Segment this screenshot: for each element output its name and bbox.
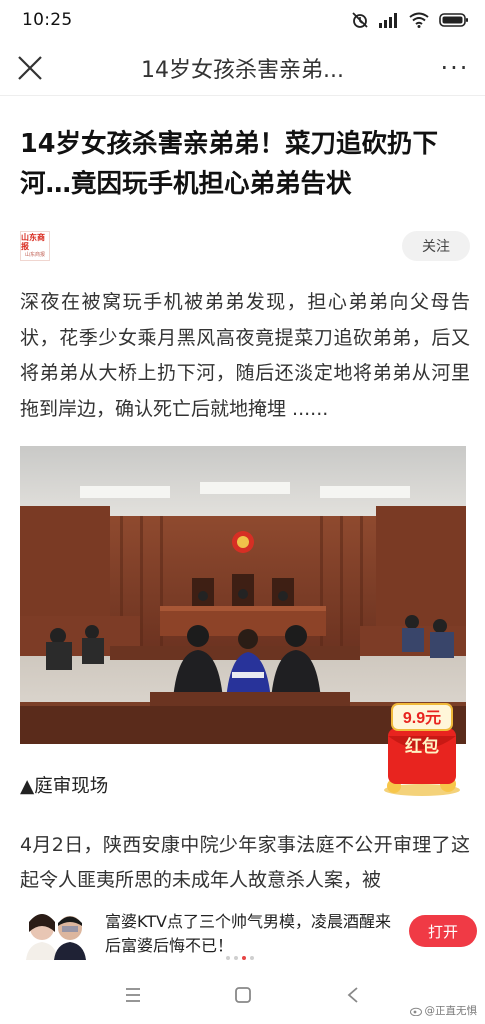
ad-open-button[interactable]: 打开 [409,915,477,947]
article-content[interactable]: 14岁女孩杀害亲弟弟！菜刀追砍扔下河…竟因玩手机担心弟弟告状 山东商报 山东商报… [0,96,485,966]
source-row: 山东商报 山东商报 关注 [20,228,470,264]
back-icon [347,987,358,1003]
source-logo-text: 山东商报 [21,232,45,251]
status-icons [351,11,469,29]
battery-icon [439,13,468,27]
source-logo[interactable]: 山东商报 山东商报 [20,231,50,261]
red-envelope-label: 红包 [405,736,439,757]
ad-banner[interactable]: 富婆KTV点了三个帅气男模，凌晨酒醒来后富婆后悔不已！ 打开 [0,902,485,966]
ad-dot [234,956,238,960]
signal-icon [379,13,397,28]
watermark-text: @正直无惧 [424,1005,478,1017]
watermark: @正直无惧 [409,1003,478,1018]
nav-bar: 14岁女孩杀害亲弟... ··· [0,40,485,96]
alarm-off-icon [352,12,368,28]
more-button[interactable]: ··· [425,40,485,96]
ad-dot [250,956,254,960]
status-bar: 10:25 [0,0,485,40]
source-logo-subtext: 山东商报 [24,251,45,258]
ad-pagination-dots [226,956,254,960]
home-button[interactable] [228,980,258,1010]
ad-text[interactable]: 富婆KTV点了三个帅气男模，凌晨酒醒来后富婆后悔不已！ [105,910,405,958]
red-envelope-icon: 9.9元 红包 [384,703,460,796]
ad-dot [226,956,230,960]
close-icon [18,55,42,80]
menu-icon [125,988,140,1002]
weibo-logo-icon [409,1007,422,1016]
home-icon [234,987,251,1003]
red-envelope-amount: 9.9元 [403,710,441,727]
status-time: 10:25 [22,10,73,30]
close-button[interactable] [0,40,60,96]
red-envelope-float[interactable]: 9.9元 红包 [378,700,466,800]
wifi-icon [409,12,429,28]
article-headline: 14岁女孩杀害亲弟弟！菜刀追砍扔下河…竟因玩手机担心弟弟告状 [20,129,438,199]
menu-button[interactable] [118,980,148,1010]
article-body: 4月2日，陕西安康中院少年家事法庭不公开审理了这起令人匪夷所思的未成年人故意杀人… [20,834,470,891]
ad-thumbnail [26,914,86,960]
nav-title: 14岁女孩杀害亲弟... [141,57,344,83]
article-lead: 深夜在被窝玩手机被弟弟发现，担心弟弟向父母告状，花季少女乘月黑风高夜竟提菜刀追砍… [20,291,470,420]
back-button[interactable] [338,980,368,1010]
more-icon: ··· [440,53,470,82]
ad-dot-active [242,956,246,960]
photo-caption: ▲庭审现场 [20,776,109,797]
follow-button[interactable]: 关注 [402,231,470,261]
